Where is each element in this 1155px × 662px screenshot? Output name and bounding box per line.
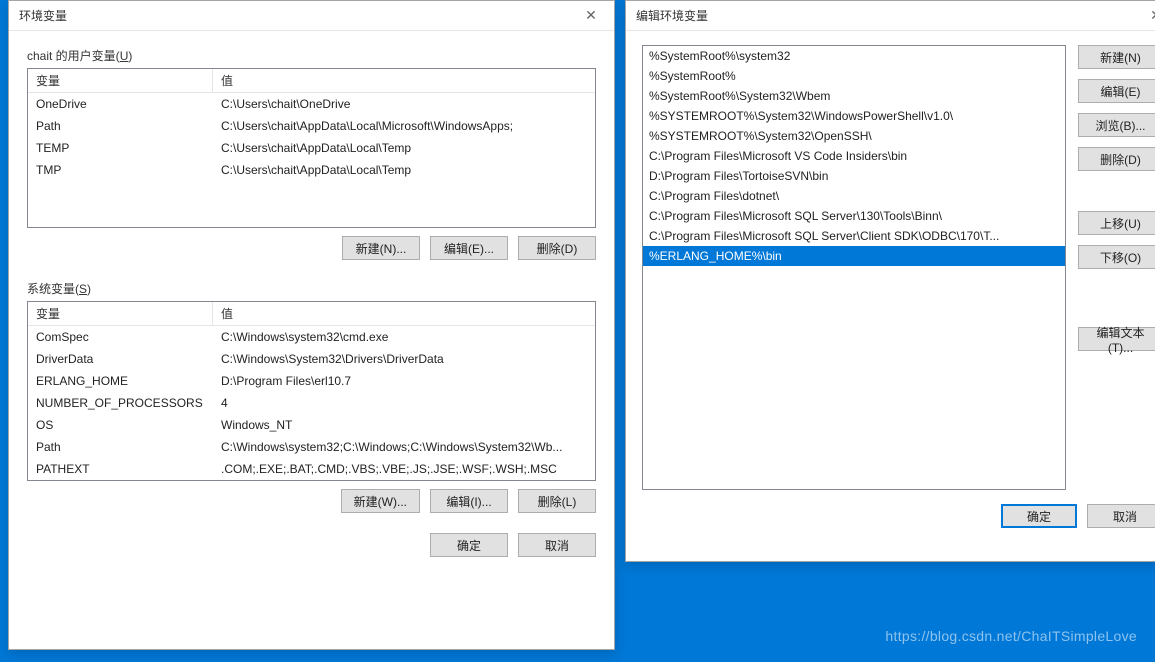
titlebar[interactable]: 编辑环境变量 ✕ [626, 1, 1155, 31]
dialog-title: 环境变量 [19, 7, 67, 24]
list-item[interactable]: %ERLANG_HOME%\bin [643, 246, 1065, 266]
cancel-button[interactable]: 取消 [1087, 504, 1155, 528]
new-user-var-button[interactable]: 新建(N)... [342, 236, 420, 260]
dialog-footer: 确定 取消 [27, 533, 596, 557]
ok-button[interactable]: 确定 [1001, 504, 1077, 528]
cancel-button[interactable]: 取消 [518, 533, 596, 557]
var-name: PATHEXT [28, 460, 213, 478]
sys-vars-label: 系统变量(S) [27, 280, 596, 297]
list-header: 变量 值 [28, 302, 595, 326]
var-name: ERLANG_HOME [28, 372, 213, 390]
dialog-footer: 确定 取消 [626, 504, 1155, 542]
list-item[interactable]: %SystemRoot%\System32\Wbem [643, 86, 1065, 106]
col-value-header[interactable]: 值 [213, 302, 595, 325]
var-value: C:\Users\chait\OneDrive [213, 95, 595, 113]
table-row[interactable]: PathC:\Windows\system32;C:\Windows;C:\Wi… [28, 436, 595, 458]
table-row[interactable]: DriverDataC:\Windows\System32\Drivers\Dr… [28, 348, 595, 370]
env-vars-dialog: 环境变量 ✕ chait 的用户变量(U) 变量 值 OneDriveC:\Us… [8, 0, 615, 650]
label-text: chait 的用户变量( [27, 49, 120, 63]
table-row[interactable]: ERLANG_HOMED:\Program Files\erl10.7 [28, 370, 595, 392]
browse-path-button[interactable]: 浏览(B)... [1078, 113, 1155, 137]
label-text: 系统变量( [27, 282, 79, 296]
close-icon[interactable]: ✕ [576, 6, 606, 26]
edit-sys-var-button[interactable]: 编辑(I)... [430, 489, 508, 513]
close-icon[interactable]: ✕ [1141, 6, 1155, 26]
side-buttons: 新建(N) 编辑(E) 浏览(B)... 删除(D) 上移(U) 下移(O) 编… [1078, 45, 1155, 490]
var-value: 4 [213, 394, 595, 412]
table-row[interactable]: OneDriveC:\Users\chait\OneDrive [28, 93, 595, 115]
user-vars-listbox[interactable]: 变量 值 OneDriveC:\Users\chait\OneDrivePath… [27, 68, 596, 228]
user-vars-label: chait 的用户变量(U) [27, 47, 596, 64]
spacer [1078, 181, 1155, 201]
new-path-button[interactable]: 新建(N) [1078, 45, 1155, 69]
move-down-button[interactable]: 下移(O) [1078, 245, 1155, 269]
table-row[interactable]: OSWindows_NT [28, 414, 595, 436]
move-up-button[interactable]: 上移(U) [1078, 211, 1155, 235]
label-text-end: ) [128, 49, 132, 63]
dialog-body: %SystemRoot%\system32%SystemRoot%%System… [626, 31, 1155, 504]
var-value: C:\Users\chait\AppData\Local\Microsoft\W… [213, 117, 595, 135]
watermark: https://blog.csdn.net/ChaITSimpleLove [885, 628, 1137, 644]
table-row[interactable]: TMPC:\Users\chait\AppData\Local\Temp [28, 159, 595, 181]
edit-user-var-button[interactable]: 编辑(E)... [430, 236, 508, 260]
col-variable-header[interactable]: 变量 [28, 69, 213, 92]
table-row[interactable]: ComSpecC:\Windows\system32\cmd.exe [28, 326, 595, 348]
list-item[interactable]: %SystemRoot% [643, 66, 1065, 86]
table-row[interactable]: TEMPC:\Users\chait\AppData\Local\Temp [28, 137, 595, 159]
col-variable-header[interactable]: 变量 [28, 302, 213, 325]
table-row[interactable]: NUMBER_OF_PROCESSORS4 [28, 392, 595, 414]
var-value: Windows_NT [213, 416, 595, 434]
titlebar[interactable]: 环境变量 ✕ [9, 1, 614, 31]
var-name: OS [28, 416, 213, 434]
var-value: D:\Program Files\erl10.7 [213, 372, 595, 390]
new-sys-var-button[interactable]: 新建(W)... [341, 489, 420, 513]
delete-path-button[interactable]: 删除(D) [1078, 147, 1155, 171]
list-item[interactable]: C:\Program Files\Microsoft SQL Server\13… [643, 206, 1065, 226]
var-name: OneDrive [28, 95, 213, 113]
dialog-title: 编辑环境变量 [636, 7, 708, 24]
path-listbox[interactable]: %SystemRoot%\system32%SystemRoot%%System… [642, 45, 1066, 490]
var-name: TEMP [28, 139, 213, 157]
user-button-row: 新建(N)... 编辑(E)... 删除(D) [27, 236, 596, 260]
var-value: C:\Windows\system32;C:\Windows;C:\Window… [213, 438, 595, 456]
label-hotkey: S [79, 282, 87, 296]
var-value: C:\Users\chait\AppData\Local\Temp [213, 139, 595, 157]
table-row[interactable]: PATHEXT.COM;.EXE;.BAT;.CMD;.VBS;.VBE;.JS… [28, 458, 595, 480]
var-name: DriverData [28, 350, 213, 368]
edit-text-button[interactable]: 编辑文本(T)... [1078, 327, 1155, 351]
var-value: C:\Users\chait\AppData\Local\Temp [213, 161, 595, 179]
var-value: .COM;.EXE;.BAT;.CMD;.VBS;.VBE;.JS;.JSE;.… [213, 460, 595, 478]
col-value-header[interactable]: 值 [213, 69, 595, 92]
var-name: TMP [28, 161, 213, 179]
table-row[interactable]: PathC:\Users\chait\AppData\Local\Microso… [28, 115, 595, 137]
edit-path-button[interactable]: 编辑(E) [1078, 79, 1155, 103]
var-name: Path [28, 117, 213, 135]
list-item[interactable]: C:\Program Files\Microsoft VS Code Insid… [643, 146, 1065, 166]
sys-vars-listbox[interactable]: 变量 值 ComSpecC:\Windows\system32\cmd.exeD… [27, 301, 596, 481]
var-name: NUMBER_OF_PROCESSORS [28, 394, 213, 412]
edit-env-var-dialog: 编辑环境变量 ✕ %SystemRoot%\system32%SystemRoo… [625, 0, 1155, 562]
delete-sys-var-button[interactable]: 删除(L) [518, 489, 596, 513]
sys-button-row: 新建(W)... 编辑(I)... 删除(L) [27, 489, 596, 513]
ok-button[interactable]: 确定 [430, 533, 508, 557]
list-header: 变量 值 [28, 69, 595, 93]
delete-user-var-button[interactable]: 删除(D) [518, 236, 596, 260]
var-value: C:\Windows\System32\Drivers\DriverData [213, 350, 595, 368]
spacer [1078, 279, 1155, 317]
list-item[interactable]: C:\Program Files\dotnet\ [643, 186, 1065, 206]
label-text-end: ) [87, 282, 91, 296]
list-item[interactable]: %SYSTEMROOT%\System32\WindowsPowerShell\… [643, 106, 1065, 126]
list-item[interactable]: %SYSTEMROOT%\System32\OpenSSH\ [643, 126, 1065, 146]
var-name: ComSpec [28, 328, 213, 346]
list-item[interactable]: C:\Program Files\Microsoft SQL Server\Cl… [643, 226, 1065, 246]
list-item[interactable]: %SystemRoot%\system32 [643, 46, 1065, 66]
var-name: Path [28, 438, 213, 456]
var-value: C:\Windows\system32\cmd.exe [213, 328, 595, 346]
dialog-body: chait 的用户变量(U) 变量 值 OneDriveC:\Users\cha… [9, 31, 614, 571]
list-item[interactable]: D:\Program Files\TortoiseSVN\bin [643, 166, 1065, 186]
